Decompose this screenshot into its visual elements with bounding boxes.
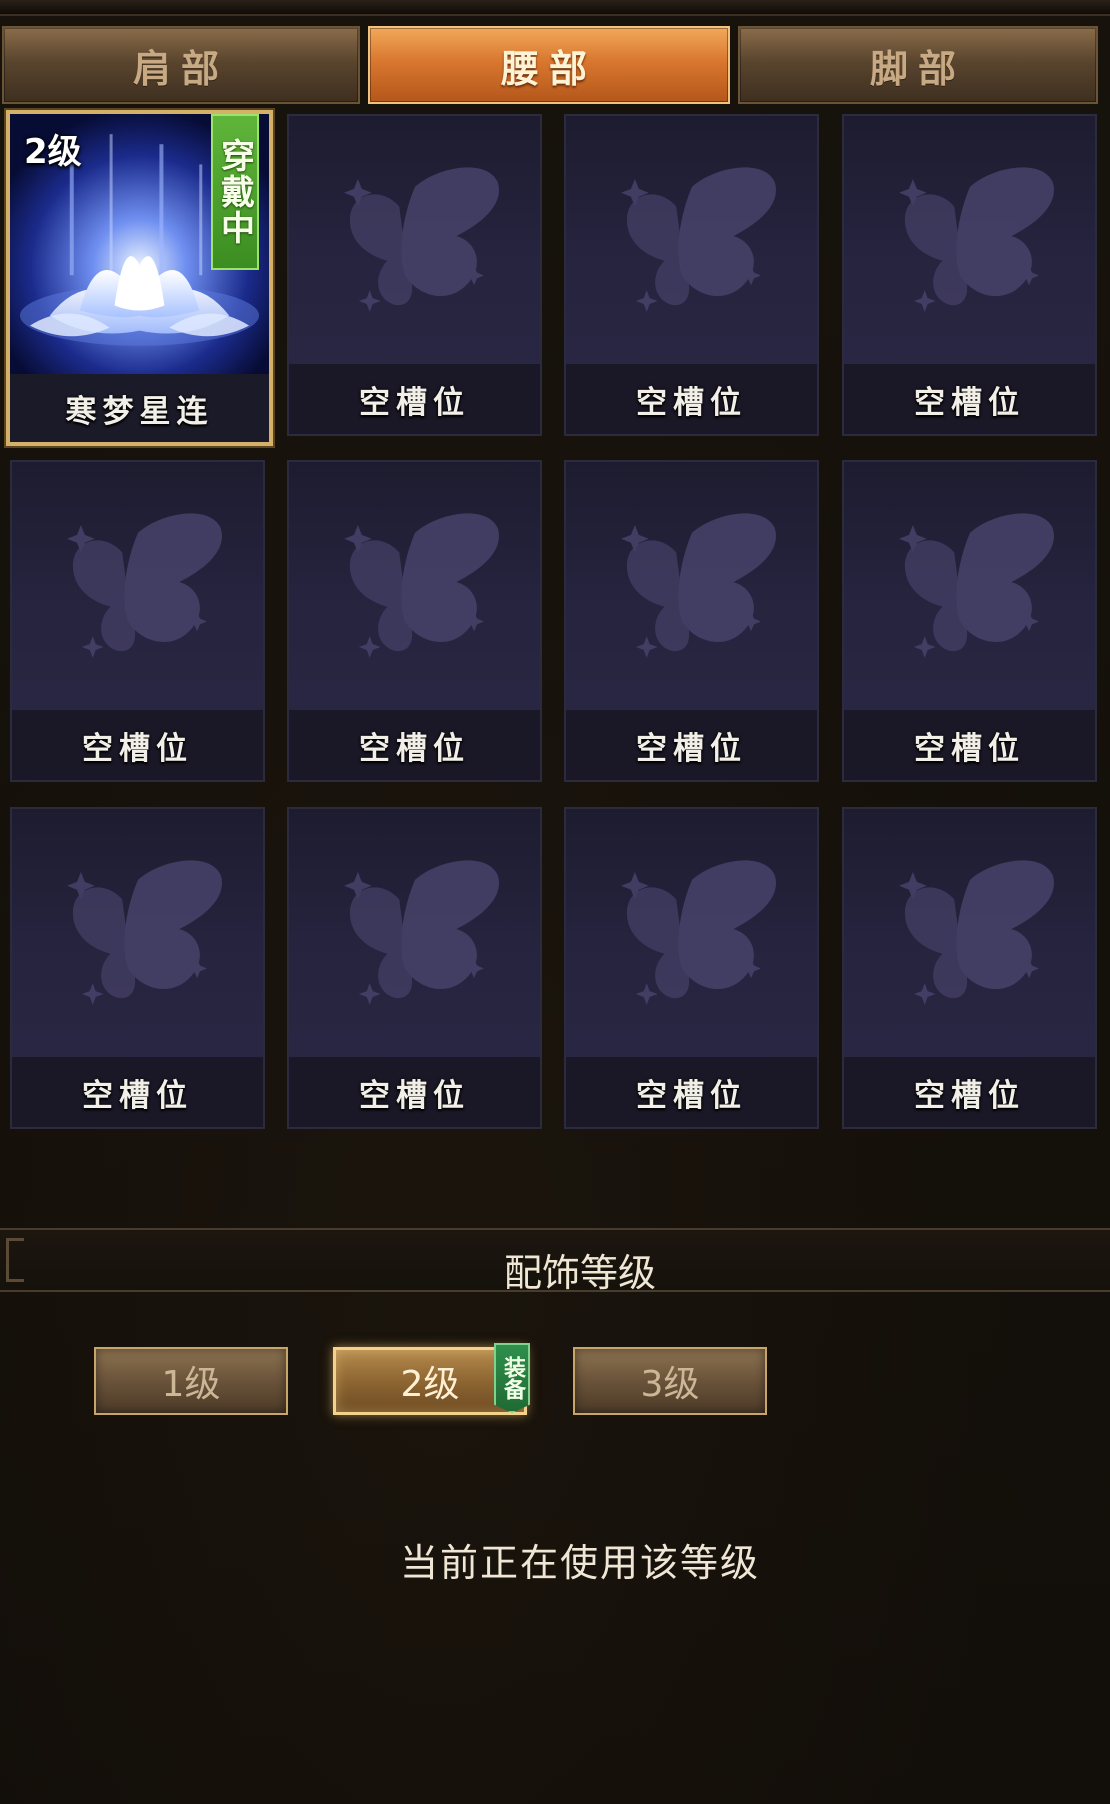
butterfly-icon (621, 860, 776, 1005)
slot-label: 空槽位 (289, 710, 540, 780)
slot-equipped-item[interactable]: 2级 穿戴中 寒梦星连 (6, 110, 273, 446)
slot-empty[interactable]: 空槽位 (287, 807, 542, 1129)
slot-empty[interactable]: 空槽位 (10, 460, 265, 782)
butterfly-icon (621, 167, 776, 312)
butterfly-icon (344, 513, 499, 658)
tab-shoulder[interactable]: 肩部 (2, 26, 360, 104)
butterfly-icon (621, 513, 776, 658)
section-header: 配饰等级 (0, 1228, 1110, 1295)
slot-label: 寒梦星连 (10, 374, 269, 442)
slot-label: 空槽位 (566, 364, 817, 434)
level-3-button[interactable]: 3级 (573, 1347, 767, 1415)
slot-empty[interactable]: 空槽位 (564, 114, 819, 436)
slot-empty[interactable]: 空槽位 (287, 460, 542, 782)
slot-empty[interactable]: 空槽位 (564, 807, 819, 1129)
top-border (0, 0, 1110, 16)
slot-label: 空槽位 (844, 1057, 1095, 1127)
slot-empty[interactable]: 空槽位 (842, 460, 1097, 782)
status-text: 当前正在使用该等级 (399, 1541, 760, 1585)
slot-empty[interactable]: 空槽位 (10, 807, 265, 1129)
slot-label: 空槽位 (289, 364, 540, 434)
slot-empty[interactable]: 空槽位 (842, 807, 1097, 1129)
tab-waist[interactable]: 腰部 (368, 26, 730, 104)
butterfly-icon (344, 860, 499, 1005)
slot-label: 空槽位 (12, 710, 263, 780)
slot-label: 空槽位 (566, 1057, 817, 1127)
level-badge: 2级 (24, 132, 82, 172)
slot-empty[interactable]: 空槽位 (842, 114, 1097, 436)
butterfly-icon (67, 860, 222, 1005)
slot-label: 空槽位 (844, 710, 1095, 780)
butterfly-icon (899, 167, 1054, 312)
slot-label: 空槽位 (289, 1057, 540, 1127)
tab-feet[interactable]: 脚部 (738, 26, 1098, 104)
butterfly-icon (344, 167, 499, 312)
butterfly-icon (67, 513, 222, 658)
butterfly-icon (899, 513, 1054, 658)
equipped-tag: 装备 (494, 1343, 530, 1413)
butterfly-icon (899, 860, 1054, 1005)
wearing-badge: 穿戴中 (211, 114, 259, 270)
section-title: 配饰等级 (503, 1251, 656, 1295)
level-1-button[interactable]: 1级 (94, 1347, 288, 1415)
slot-label: 空槽位 (12, 1057, 263, 1127)
slot-empty[interactable]: 空槽位 (287, 114, 542, 436)
slot-label: 空槽位 (844, 364, 1095, 434)
slot-empty[interactable]: 空槽位 (564, 460, 819, 782)
slot-label: 空槽位 (566, 710, 817, 780)
